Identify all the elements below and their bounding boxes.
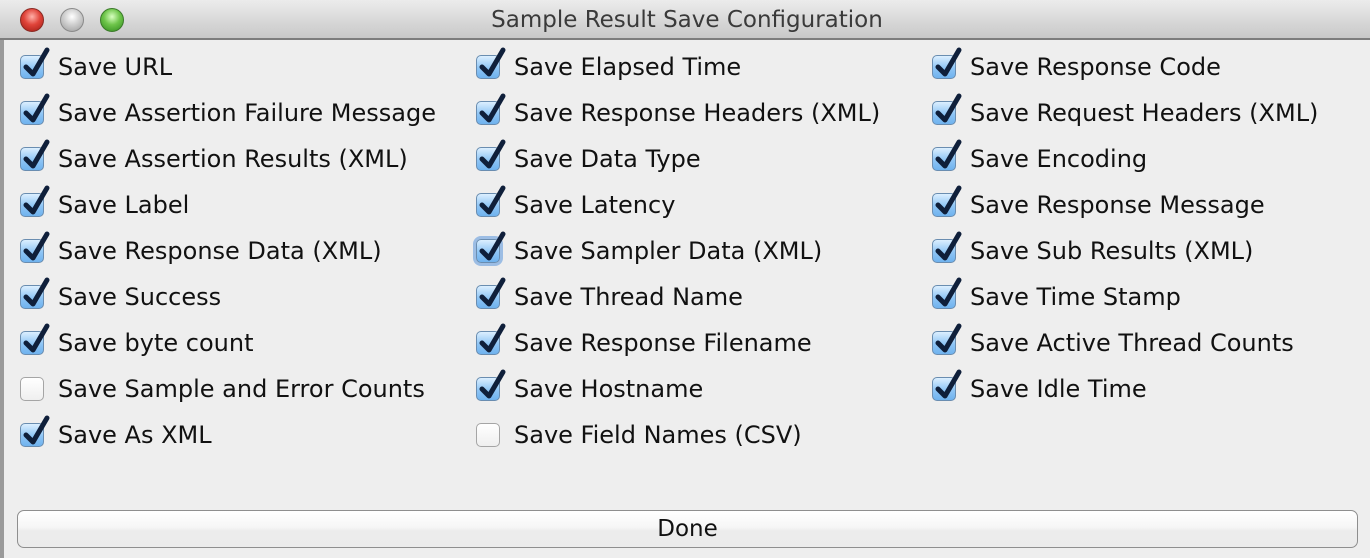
checkbox-label: Save URL bbox=[58, 53, 173, 81]
checkbox-save-sample-and-error-counts[interactable]: Save Sample and Error Counts bbox=[20, 372, 425, 406]
checkbox-save-byte-count[interactable]: Save byte count bbox=[20, 323, 254, 360]
checkbox-save-response-headers-xml[interactable]: Save Response Headers (XML) bbox=[476, 93, 881, 130]
checkbox-label: Save Response Data (XML) bbox=[58, 237, 382, 265]
checkbox-label: Save Assertion Results (XML) bbox=[58, 145, 408, 173]
checkbox-checked-icon[interactable] bbox=[20, 185, 50, 217]
checkbox-label: Save Active Thread Counts bbox=[970, 329, 1294, 357]
checkbox-save-request-headers-xml[interactable]: Save Request Headers (XML) bbox=[932, 93, 1319, 130]
checkbox-save-response-filename[interactable]: Save Response Filename bbox=[476, 323, 812, 360]
sample-result-save-configuration-dialog: Sample Result Save Configuration Save UR… bbox=[0, 0, 1370, 558]
checkbox-label: Save Sampler Data (XML) bbox=[514, 237, 823, 265]
checkbox-save-response-data-xml[interactable]: Save Response Data (XML) bbox=[20, 231, 382, 268]
checkbox-label: Save Assertion Failure Message bbox=[58, 99, 436, 127]
checkbox-label: Save Time Stamp bbox=[970, 283, 1181, 311]
checkbox-checked-icon[interactable] bbox=[476, 323, 506, 355]
checkbox-label: Save Sample and Error Counts bbox=[58, 375, 425, 403]
checkbox-label: Save byte count bbox=[58, 329, 254, 357]
checkbox-save-thread-name[interactable]: Save Thread Name bbox=[476, 277, 743, 314]
checkbox-checked-icon[interactable] bbox=[476, 277, 506, 309]
checkbox-checked-icon[interactable] bbox=[20, 323, 50, 355]
checkbox-checked-icon[interactable] bbox=[932, 47, 962, 79]
checkbox-label: Save Thread Name bbox=[514, 283, 743, 311]
checkbox-checked-icon[interactable] bbox=[20, 139, 50, 171]
checkbox-label: Save Encoding bbox=[970, 145, 1148, 173]
checkbox-label: Save Field Names (CSV) bbox=[514, 421, 802, 449]
checkbox-save-url[interactable]: Save URL bbox=[20, 47, 173, 84]
checkbox-save-success[interactable]: Save Success bbox=[20, 277, 222, 314]
checkbox-checked-icon[interactable] bbox=[20, 93, 50, 125]
checkbox-checked-icon[interactable] bbox=[476, 369, 506, 401]
checkbox-label: Save Elapsed Time bbox=[514, 53, 742, 81]
window-title: Sample Result Save Configuration bbox=[491, 7, 883, 33]
checkbox-checked-icon[interactable] bbox=[476, 185, 506, 217]
checkbox-label: Save As XML bbox=[58, 421, 212, 449]
checkbox-label: Save Response Message bbox=[970, 191, 1265, 219]
checkbox-checked-icon[interactable] bbox=[20, 415, 50, 447]
checkbox-checked-icon[interactable] bbox=[932, 231, 962, 263]
checkbox-checked-icon[interactable] bbox=[476, 93, 506, 125]
checkbox-save-sub-results-xml[interactable]: Save Sub Results (XML) bbox=[932, 231, 1254, 268]
checkbox-label: Save Label bbox=[58, 191, 190, 219]
checkbox-save-time-stamp[interactable]: Save Time Stamp bbox=[932, 277, 1181, 314]
checkbox-label: Save Response Headers (XML) bbox=[514, 99, 881, 127]
checkbox-checked-icon[interactable] bbox=[476, 139, 506, 171]
checkbox-unchecked-icon[interactable] bbox=[20, 377, 44, 401]
checkbox-checked-icon[interactable] bbox=[932, 185, 962, 217]
checkbox-save-elapsed-time[interactable]: Save Elapsed Time bbox=[476, 47, 742, 84]
checkbox-save-sampler-data-xml[interactable]: Save Sampler Data (XML) bbox=[476, 231, 823, 268]
checkbox-checked-icon[interactable] bbox=[932, 323, 962, 355]
checkbox-save-encoding[interactable]: Save Encoding bbox=[932, 139, 1148, 176]
checkbox-label: Save Latency bbox=[514, 191, 676, 219]
checkbox-save-assertion-results-xml[interactable]: Save Assertion Results (XML) bbox=[20, 139, 408, 176]
checkbox-checked-icon[interactable] bbox=[20, 231, 50, 263]
checkbox-checked-icon[interactable] bbox=[476, 231, 506, 263]
done-button[interactable]: Done bbox=[17, 510, 1358, 548]
checkbox-save-assertion-failure-message[interactable]: Save Assertion Failure Message bbox=[20, 93, 436, 130]
title-bar[interactable]: Sample Result Save Configuration bbox=[0, 0, 1370, 40]
checkbox-label: Save Data Type bbox=[514, 145, 701, 173]
checkbox-checked-icon[interactable] bbox=[20, 277, 50, 309]
checkbox-label: Save Request Headers (XML) bbox=[970, 99, 1319, 127]
checkbox-save-field-names-csv[interactable]: Save Field Names (CSV) bbox=[476, 418, 802, 452]
checkbox-save-hostname[interactable]: Save Hostname bbox=[476, 369, 704, 406]
checkbox-checked-icon[interactable] bbox=[932, 93, 962, 125]
checkbox-label: Save Sub Results (XML) bbox=[970, 237, 1254, 265]
checkbox-unchecked-icon[interactable] bbox=[476, 423, 500, 447]
checkbox-save-idle-time[interactable]: Save Idle Time bbox=[932, 369, 1147, 406]
checkbox-save-data-type[interactable]: Save Data Type bbox=[476, 139, 701, 176]
checkbox-checked-icon[interactable] bbox=[476, 47, 506, 79]
checkbox-save-response-code[interactable]: Save Response Code bbox=[932, 47, 1221, 84]
checkbox-checked-icon[interactable] bbox=[20, 47, 50, 79]
checkbox-save-latency[interactable]: Save Latency bbox=[476, 185, 676, 222]
checkbox-checked-icon[interactable] bbox=[932, 277, 962, 309]
checkbox-save-active-thread-counts[interactable]: Save Active Thread Counts bbox=[932, 323, 1294, 360]
checkbox-save-response-message[interactable]: Save Response Message bbox=[932, 185, 1265, 222]
checkbox-checked-icon[interactable] bbox=[932, 139, 962, 171]
checkbox-label: Save Hostname bbox=[514, 375, 704, 403]
checkbox-label: Save Response Filename bbox=[514, 329, 812, 357]
checkbox-label: Save Response Code bbox=[970, 53, 1221, 81]
checkbox-label: Save Success bbox=[58, 283, 222, 311]
checkbox-label: Save Idle Time bbox=[970, 375, 1147, 403]
checkbox-save-as-xml[interactable]: Save As XML bbox=[20, 415, 212, 452]
checkbox-save-label[interactable]: Save Label bbox=[20, 185, 190, 222]
checkbox-checked-icon[interactable] bbox=[932, 369, 962, 401]
